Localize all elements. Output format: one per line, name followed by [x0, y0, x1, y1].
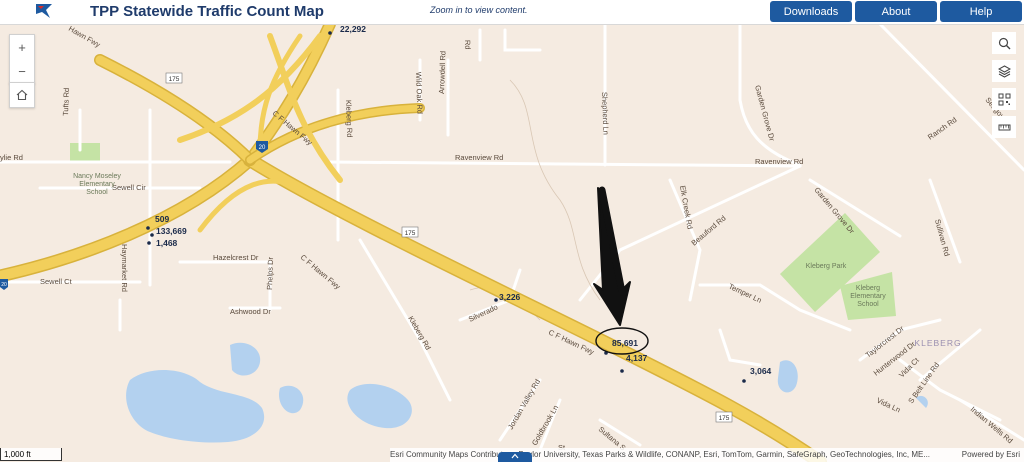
- svg-text:509: 509: [155, 214, 169, 224]
- tufts-label: Tufts Rd: [61, 88, 71, 116]
- svg-text:20: 20: [259, 145, 266, 151]
- ravenview-right-label: Ravenview Rd: [755, 157, 803, 166]
- traffic-count-133669[interactable]: 133,669: [150, 226, 187, 237]
- svg-text:3,064: 3,064: [750, 366, 772, 376]
- zoom-message: Zoom in to view content.: [430, 5, 528, 15]
- attribution-text: Esri Community Maps Contributors, Baylor…: [390, 450, 931, 459]
- kleberg-school-label-3: School: [857, 301, 879, 308]
- attribution-bar: Esri Community Maps Contributors, Baylor…: [390, 448, 1024, 462]
- measure-button[interactable]: [992, 116, 1016, 138]
- svg-text:133,669: 133,669: [156, 226, 187, 236]
- svg-text:4,137: 4,137: [626, 353, 648, 363]
- us175-shield-bottom: 175: [715, 411, 733, 423]
- svg-text:85,691: 85,691: [612, 338, 638, 348]
- help-button[interactable]: Help: [940, 1, 1022, 22]
- zoom-controls: + −: [9, 34, 35, 84]
- kleberg-school-label-2: Elementary: [850, 293, 886, 300]
- svg-text:175: 175: [169, 76, 180, 83]
- kleberg-rd-top-label: Kleberg Rd: [344, 100, 354, 138]
- us175-shield-top: 175: [165, 72, 183, 84]
- svg-text:20: 20: [1, 282, 7, 288]
- txdot-logo: [36, 4, 52, 18]
- sewell-ct-label: Sewell Ct: [40, 277, 73, 286]
- shepherd-label: Shepherd Ln: [600, 92, 610, 135]
- powered-by-esri[interactable]: Powered by Esri: [962, 448, 1020, 462]
- traffic-count-3226[interactable]: 3,226: [494, 292, 521, 302]
- app-header: TPP Statewide Traffic Count Map Zoom in …: [0, 0, 1024, 25]
- about-button[interactable]: About: [855, 1, 937, 22]
- nancy-moseley-label-3: School: [86, 189, 108, 196]
- haymarket-label: Haymarket Rd: [120, 244, 129, 292]
- search-icon: [998, 37, 1010, 49]
- app-title: TPP Statewide Traffic Count Map: [90, 3, 324, 20]
- ravenview-far-left-label: ylie Rd: [0, 153, 23, 162]
- home-icon: [16, 89, 28, 101]
- svg-text:175: 175: [719, 415, 730, 422]
- svg-text:1,468: 1,468: [156, 238, 178, 248]
- arrowdell-label: Arrowdell Rd: [437, 51, 447, 94]
- svg-text:175: 175: [405, 230, 416, 237]
- school-grounds: [70, 143, 100, 161]
- sewell-cir-label: Sewell Cir: [112, 183, 146, 192]
- downloads-button[interactable]: Downloads: [770, 1, 852, 22]
- wild-oak-label: Wild Oak Rd: [414, 72, 424, 114]
- svg-text:22,292: 22,292: [340, 24, 366, 34]
- layers-button[interactable]: [992, 60, 1016, 82]
- nancy-moseley-label-2: Elementary: [79, 181, 115, 188]
- measure-icon: [998, 124, 1010, 130]
- us175-shield-mid: 175: [401, 226, 419, 238]
- map-canvas[interactable]: 175 175 175 20 20 Hawn Fwy C F Hawn Fwy …: [0, 24, 1024, 462]
- zoom-out-button[interactable]: −: [10, 59, 34, 83]
- svg-text:3,226: 3,226: [499, 292, 521, 302]
- search-button[interactable]: [992, 32, 1016, 54]
- nancy-moseley-label-1: Nancy Moseley: [73, 173, 121, 180]
- phelps-label: Phelps Dr: [265, 256, 275, 290]
- map-view[interactable]: 175 175 175 20 20 Hawn Fwy C F Hawn Fwy …: [0, 24, 1024, 462]
- rd-top-label: Rd: [463, 40, 472, 50]
- home-button[interactable]: [10, 83, 34, 107]
- kleberg-school-label-1: Kleberg: [856, 285, 880, 292]
- ravenview-left-label: Ravenview Rd: [455, 153, 503, 162]
- chevron-up-icon: [511, 453, 519, 459]
- qr-button[interactable]: [992, 88, 1016, 110]
- layers-icon: [997, 64, 1011, 78]
- ashwood-label: Ashwood Dr: [230, 307, 271, 316]
- hazelcrest-label: Hazelcrest Dr: [213, 253, 259, 262]
- home-control: [9, 82, 35, 108]
- zoom-in-button[interactable]: +: [10, 35, 34, 59]
- expand-panel-button[interactable]: [498, 452, 532, 462]
- kleberg-park-label: Kleberg Park: [806, 263, 847, 270]
- scale-bar: 1,000 ft: [0, 448, 62, 461]
- qr-icon: [998, 93, 1010, 105]
- kleberg-area-label: KLEBERG: [914, 338, 961, 348]
